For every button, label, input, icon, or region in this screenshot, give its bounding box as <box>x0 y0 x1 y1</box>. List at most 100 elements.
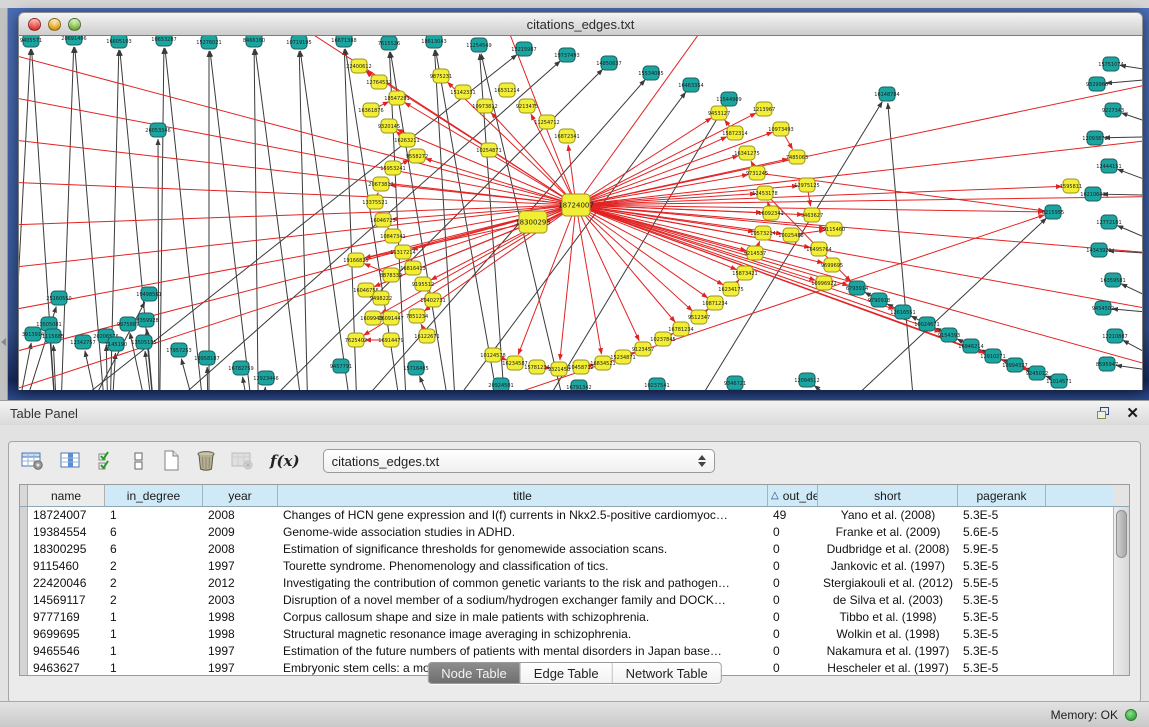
citation-edge-black[interactable] <box>106 345 109 390</box>
table-cell[interactable]: 49 <box>768 507 818 524</box>
table-cell[interactable]: 14569117 <box>28 592 105 609</box>
table-cell[interactable]: Yano et al. (2008) <box>818 507 958 524</box>
graph-node[interactable]: 9498222 <box>370 291 392 305</box>
table-cell[interactable]: Nakamura et al. (1997) <box>818 643 958 660</box>
table-cell[interactable]: 9465546 <box>28 643 105 660</box>
table-row[interactable]: 911546021997Tourette syndrome. Phenomeno… <box>28 558 1113 575</box>
graph-node[interactable]: 7625402 <box>345 333 367 347</box>
graph-node[interactable]: 8595947 <box>1096 357 1118 371</box>
table-cell[interactable]: Tourette syndrome. Phenomenology and cla… <box>278 558 768 575</box>
graph-node[interactable]: 11254549 <box>466 38 491 52</box>
select-all-check-icon[interactable] <box>97 451 117 471</box>
table-cell[interactable]: 18724007 <box>28 507 105 524</box>
table-cell[interactable]: 9115460 <box>28 558 105 575</box>
citation-edge-red[interactable] <box>426 159 576 205</box>
graph-node[interactable]: 9875231 <box>430 69 452 83</box>
table-cell[interactable]: 5.3E-5 <box>958 626 1046 643</box>
table-cell[interactable]: 2012 <box>203 575 278 592</box>
table-cell[interactable]: 2008 <box>203 541 278 558</box>
table-cell[interactable]: Structural magnetic resonance image aver… <box>278 626 768 643</box>
table-cell[interactable]: Tibbo et al. (1998) <box>818 609 958 626</box>
table-cell[interactable]: Estimation of the future numbers of pati… <box>278 643 768 660</box>
column-header-name[interactable]: name <box>28 485 105 506</box>
table-cell[interactable]: 2 <box>105 558 203 575</box>
graph-node[interactable]: 9320145 <box>378 119 400 133</box>
table-cell[interactable]: 2003 <box>203 592 278 609</box>
citation-edge-black[interactable] <box>158 139 159 390</box>
table-cell[interactable]: 1997 <box>203 643 278 660</box>
graph-node[interactable]: 12342757 <box>70 335 95 349</box>
table-cell[interactable]: Disruption of a novel member of a sodium… <box>278 592 768 609</box>
citation-edge-black[interactable] <box>420 376 459 390</box>
citation-edge-black[interactable] <box>255 49 309 390</box>
graph-node[interactable]: 16361876 <box>358 103 383 117</box>
citation-edge-red[interactable] <box>397 130 576 205</box>
column-header-title[interactable]: title <box>278 485 768 506</box>
citation-edge-red[interactable] <box>576 137 727 205</box>
close-window-icon[interactable] <box>28 18 41 31</box>
graph-node[interactable]: 9214537 <box>744 246 766 260</box>
table-cell[interactable]: 0 <box>768 643 818 660</box>
graph-node[interactable]: 11254712 <box>534 115 559 129</box>
graph-node[interactable]: 14343921 <box>1086 243 1111 257</box>
table-cell[interactable]: 2008 <box>203 507 278 524</box>
table-cell[interactable]: 0 <box>768 541 818 558</box>
table-cell[interactable]: 1998 <box>203 626 278 643</box>
graph-node[interactable]: 16914479 <box>378 333 403 347</box>
table-cell[interactable]: 1 <box>105 609 203 626</box>
graph-node[interactable]: 11014571 <box>1046 374 1071 388</box>
panel-collapse-arrow-icon[interactable] <box>1 338 6 346</box>
citation-edge-red[interactable] <box>19 205 576 226</box>
table-cell[interactable]: 0 <box>768 660 818 675</box>
graph-node[interactable]: 15534085 <box>638 66 663 80</box>
graph-node[interactable]: 10653287 <box>151 36 176 46</box>
graph-node[interactable]: 9245012 <box>1026 366 1048 380</box>
graph-node[interactable]: 16531214 <box>494 83 519 97</box>
table-cell[interactable]: Dudbridge et al. (2008) <box>818 541 958 558</box>
zoom-window-icon[interactable] <box>68 18 81 31</box>
table-cell[interactable]: 5.3E-5 <box>958 660 1046 675</box>
table-cell[interactable]: 5.3E-5 <box>958 643 1046 660</box>
citation-edge-black[interactable] <box>1122 113 1143 136</box>
graph-node[interactable]: 8466160 <box>243 36 265 47</box>
delete-icon[interactable] <box>196 450 216 472</box>
graph-node[interactable]: 16791342 <box>566 380 591 390</box>
column-header-in-degree[interactable]: in_degree <box>105 485 203 506</box>
citation-edge-red[interactable] <box>576 205 639 341</box>
graph-node[interactable]: 18724007 <box>558 194 594 216</box>
graph-node[interactable]: 15751074 <box>1098 57 1123 71</box>
table-cell[interactable]: 1 <box>105 626 203 643</box>
table-cell[interactable]: 0 <box>768 626 818 643</box>
citation-edge-black[interactable] <box>1102 194 1143 196</box>
minimize-window-icon[interactable] <box>48 18 61 31</box>
graph-node[interactable]: 1213967 <box>753 102 775 116</box>
table-row[interactable]: 1872400712008Changes of HCN gene express… <box>28 507 1113 524</box>
citation-edge-black[interactable] <box>159 48 164 390</box>
citation-edge-black[interactable] <box>1117 169 1143 196</box>
graph-node[interactable]: 14850637 <box>596 56 621 70</box>
citation-edge-black[interactable] <box>85 351 109 390</box>
graph-node[interactable]: 16341275 <box>734 146 759 160</box>
graph-node[interactable]: 12444151 <box>1096 159 1121 173</box>
graph-node[interactable]: 9213475 <box>516 99 538 113</box>
graph-node[interactable]: 16816413 <box>400 261 425 275</box>
citation-edge-black[interactable] <box>1106 76 1143 83</box>
graph-node[interactable]: 7615526 <box>378 36 400 50</box>
graph-node[interactable]: 19737493 <box>554 48 579 62</box>
table-cell[interactable]: 2009 <box>203 524 278 541</box>
graph-node[interactable]: 10973493 <box>768 122 793 136</box>
table-cell[interactable]: Hescheler et al. (1997) <box>818 660 958 675</box>
tab-network-table[interactable]: Network Table <box>612 663 721 683</box>
graph-node[interactable]: 11544909 <box>716 92 741 106</box>
graph-node[interactable]: 10973812 <box>472 99 497 113</box>
graph-node[interactable]: 9453127 <box>708 106 730 120</box>
graph-node[interactable]: 10719195 <box>286 36 311 49</box>
graph-node[interactable]: 15142331 <box>450 85 475 99</box>
table-cell[interactable]: Estimation of significance thresholds fo… <box>278 541 768 558</box>
merge-rows-icon[interactable] <box>132 451 146 471</box>
graph-node[interactable]: 10025488 <box>778 228 803 242</box>
citation-edge-red[interactable] <box>19 181 576 205</box>
table-cell[interactable]: 0 <box>768 592 818 609</box>
table-cell[interactable]: 6 <box>105 524 203 541</box>
table-cell[interactable]: 2 <box>105 592 203 609</box>
